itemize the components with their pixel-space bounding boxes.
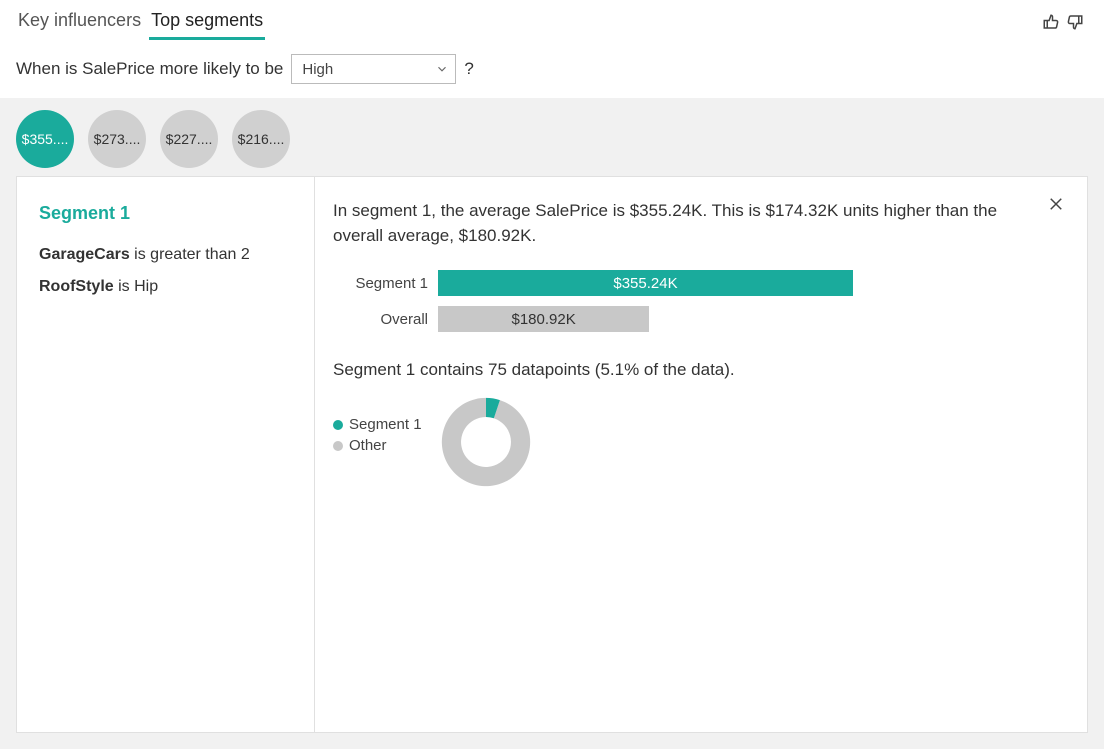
segment-condition: RoofStyle is Hip	[39, 278, 292, 296]
legend-dot-icon	[333, 420, 343, 430]
segment-title: Segment 1	[39, 203, 292, 224]
question-suffix: ?	[464, 59, 473, 79]
segment-conditions-panel: Segment 1 GarageCars is greater than 2 R…	[17, 177, 315, 732]
chevron-down-icon	[435, 62, 449, 76]
bar-label: Segment 1	[333, 275, 428, 292]
donut-legend: Segment 1 Other	[333, 394, 422, 458]
condition-rest: is greater than 2	[130, 246, 250, 263]
segment-bubble-3[interactable]: $227....	[160, 110, 218, 168]
segment-detail-card: Segment 1 GarageCars is greater than 2 R…	[16, 176, 1088, 733]
detail-area: Segment 1 GarageCars is greater than 2 R…	[0, 176, 1104, 749]
question-row: When is SalePrice more likely to be High…	[0, 40, 1104, 98]
thumbs-down-icon[interactable]	[1066, 13, 1084, 34]
tab-top-segments[interactable]: Top segments	[149, 6, 265, 40]
bar-value: $180.92K	[512, 311, 576, 328]
legend-item-segment: Segment 1	[333, 416, 422, 433]
tab-key-influencers[interactable]: Key influencers	[16, 6, 143, 40]
close-button[interactable]	[1047, 195, 1065, 216]
header-row: Key influencers Top segments	[0, 0, 1104, 40]
bar-track: $180.92K	[438, 306, 853, 332]
donut-block: Segment 1 Other	[333, 394, 1027, 493]
close-icon	[1047, 195, 1065, 213]
feedback-controls	[1042, 13, 1084, 34]
comparison-bar-chart: Segment 1 $355.24K Overall $180.92K	[333, 270, 1027, 332]
segment-summary-panel: In segment 1, the average SalePrice is $…	[315, 177, 1087, 732]
segment-bubble-4[interactable]: $216....	[232, 110, 290, 168]
legend-label: Other	[349, 437, 387, 454]
bar-label: Overall	[333, 311, 428, 328]
segments-strip: $355.... $273.... $227.... $216....	[0, 98, 1104, 176]
datapoints-sentence: Segment 1 contains 75 datapoints (5.1% o…	[333, 360, 1027, 380]
bar-row-segment: Segment 1 $355.24K	[333, 270, 1027, 296]
condition-field: RoofStyle	[39, 278, 114, 295]
segment-bubble-2[interactable]: $273....	[88, 110, 146, 168]
key-influencers-visual: Key influencers Top segments When is Sal…	[0, 0, 1104, 749]
tab-bar: Key influencers Top segments	[16, 6, 265, 40]
bar-value: $355.24K	[613, 275, 677, 292]
legend-label: Segment 1	[349, 416, 422, 433]
bar-fill-segment: $355.24K	[438, 270, 853, 296]
summary-sentence: In segment 1, the average SalePrice is $…	[333, 199, 1027, 248]
thumbs-up-icon[interactable]	[1042, 13, 1060, 34]
bar-fill-overall: $180.92K	[438, 306, 649, 332]
legend-dot-icon	[333, 441, 343, 451]
question-prefix: When is SalePrice more likely to be	[16, 59, 283, 79]
bar-row-overall: Overall $180.92K	[333, 306, 1027, 332]
donut-chart	[438, 394, 534, 493]
target-value-select[interactable]: High	[291, 54, 456, 84]
legend-item-other: Other	[333, 437, 422, 454]
condition-rest: is Hip	[114, 278, 158, 295]
segment-condition: GarageCars is greater than 2	[39, 246, 292, 264]
condition-field: GarageCars	[39, 246, 130, 263]
select-value: High	[302, 61, 333, 78]
segment-bubble-1[interactable]: $355....	[16, 110, 74, 168]
bar-track: $355.24K	[438, 270, 853, 296]
